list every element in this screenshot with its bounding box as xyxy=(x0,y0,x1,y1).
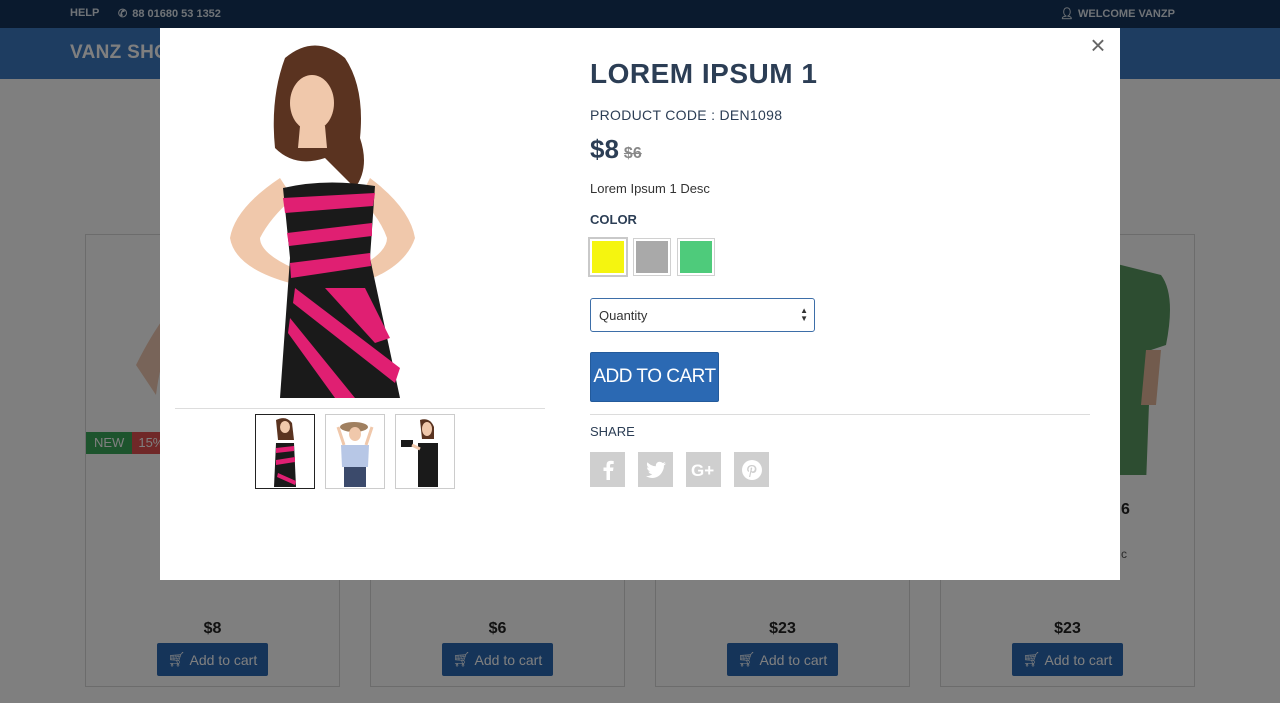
color-swatches xyxy=(590,239,714,275)
product-code: PRODUCT CODE : DEN1098 xyxy=(590,107,783,123)
twitter-icon[interactable] xyxy=(638,452,673,487)
thumbnail-dress[interactable] xyxy=(255,414,315,489)
current-price: $8 xyxy=(590,134,619,164)
thumbnail-hat-shirt[interactable] xyxy=(325,414,385,489)
product-description: Lorem Ipsum 1 Desc xyxy=(590,181,710,196)
add-to-cart-button[interactable]: ADD TO CART xyxy=(590,352,719,402)
share-divider xyxy=(590,414,1090,415)
price-row: $8 $6 xyxy=(590,134,642,165)
main-product-image xyxy=(230,45,415,398)
color-swatch-gray[interactable] xyxy=(634,239,670,275)
pinterest-icon[interactable] xyxy=(734,452,769,487)
svg-text:G+: G+ xyxy=(691,462,714,478)
color-swatch-green[interactable] xyxy=(678,239,714,275)
close-icon[interactable]: × xyxy=(1086,32,1110,58)
facebook-icon[interactable] xyxy=(590,452,625,487)
share-label: SHARE xyxy=(590,424,635,439)
color-swatch-yellow[interactable] xyxy=(590,239,626,275)
color-label: COLOR xyxy=(590,212,637,227)
quick-view-modal: × LOREM IPSUM 1 PRODUCT CODE: DEN1098 $… xyxy=(160,28,1120,580)
product-title: LOREM IPSUM 1 xyxy=(590,58,818,89)
share-buttons: G+ xyxy=(590,452,769,487)
thumbnail-divider xyxy=(175,408,545,409)
select-arrows-icon: ▲ ▼ xyxy=(800,306,808,323)
thumbnail-strip xyxy=(255,414,455,489)
thumbnail-black-top[interactable] xyxy=(395,414,455,489)
old-price: $6 xyxy=(623,145,642,162)
google-plus-icon[interactable]: G+ xyxy=(686,452,721,487)
quantity-select[interactable]: Quantity ▲ ▼ xyxy=(590,298,815,332)
quantity-placeholder: Quantity xyxy=(599,308,648,323)
